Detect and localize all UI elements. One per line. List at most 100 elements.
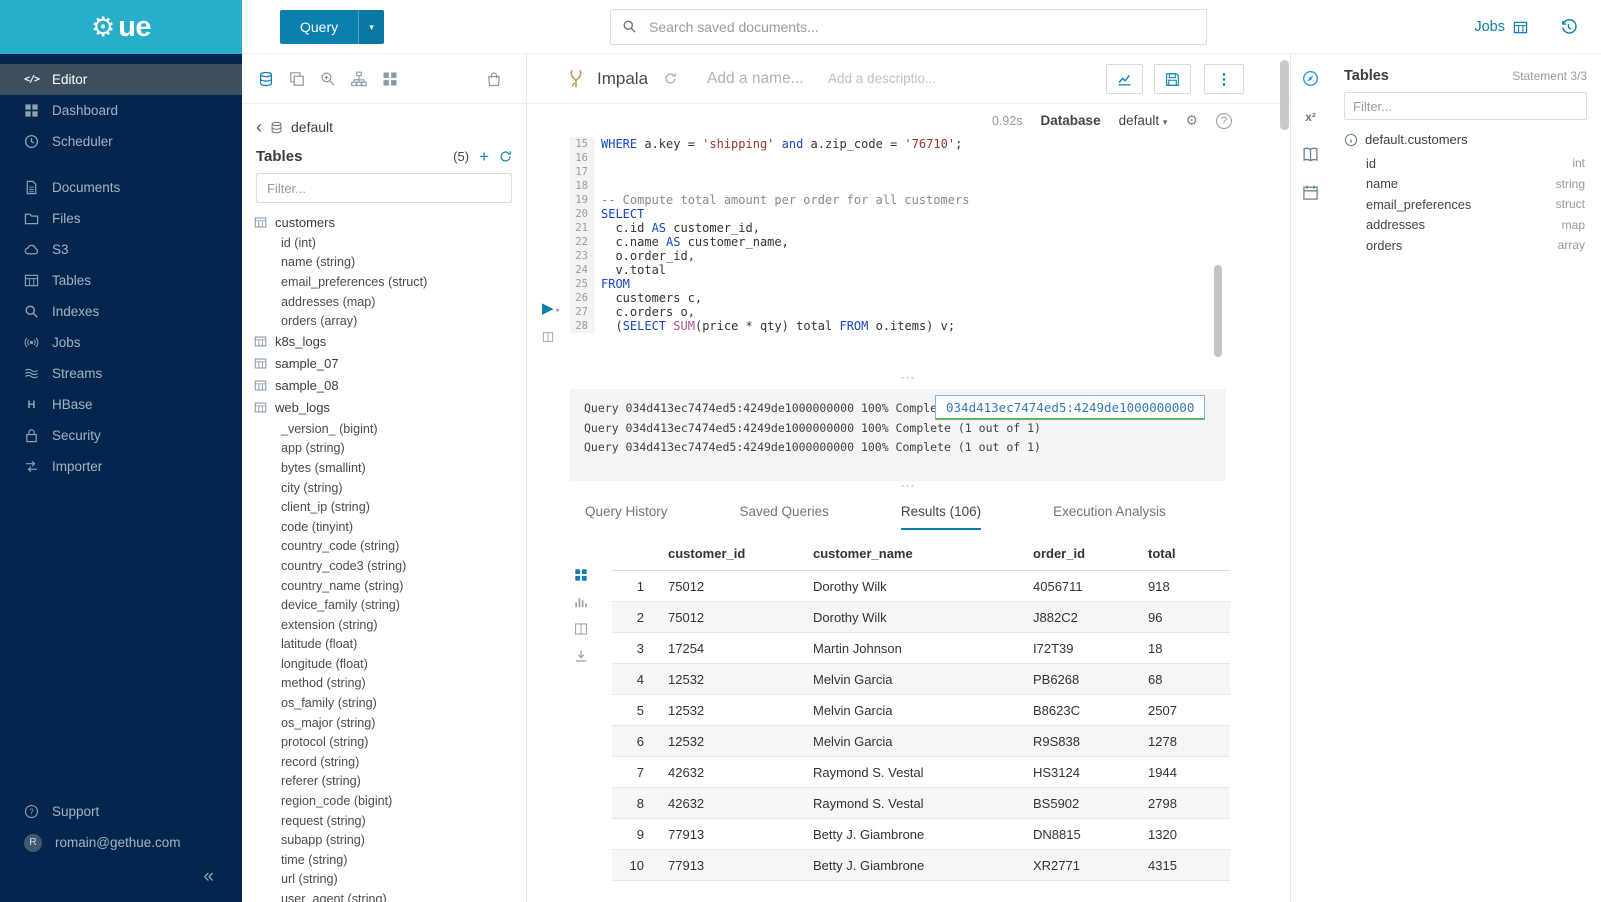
results-row[interactable]: 742632Raymond S. VestalHS31241944: [612, 757, 1230, 788]
assist-column[interactable]: latitude (float): [254, 635, 526, 655]
sidebar-item-scheduler[interactable]: Scheduler: [0, 126, 242, 157]
assist-column[interactable]: time (string): [254, 850, 526, 870]
assist-column[interactable]: extension (string): [254, 615, 526, 635]
sidebar-item-s3[interactable]: S3: [0, 234, 242, 265]
results-row[interactable]: 175012Dorothy Wilk4056711918: [612, 571, 1230, 602]
database-selector[interactable]: default ▾: [1119, 113, 1168, 128]
schema-column-row[interactable]: namestring: [1344, 174, 1587, 195]
assist-column[interactable]: protocol (string): [254, 732, 526, 752]
query-description-input[interactable]: [828, 71, 963, 86]
database-icon[interactable]: [258, 71, 274, 87]
schema-column-row[interactable]: ordersarray: [1344, 235, 1587, 256]
query-dropdown-caret[interactable]: ▾: [358, 10, 384, 44]
functions-icon[interactable]: x²: [1302, 108, 1319, 125]
help-icon[interactable]: ?: [1216, 113, 1232, 129]
results-row[interactable]: 842632Raymond S. VestalBS59022798: [612, 788, 1230, 819]
refresh-icon[interactable]: [499, 150, 512, 163]
calendar-icon[interactable]: [1302, 184, 1319, 201]
editor-settings-icon[interactable]: [542, 331, 554, 343]
assist-column[interactable]: orders (array): [254, 311, 526, 331]
assist-table-sample_07[interactable]: sample_07: [254, 353, 526, 375]
tab-results-106[interactable]: Results (106): [901, 504, 981, 530]
sidebar-item-support[interactable]: ? Support: [0, 796, 242, 827]
hue-logo[interactable]: ⚙ue: [0, 0, 242, 54]
download-icon[interactable]: [574, 649, 588, 663]
search-input[interactable]: [610, 9, 1207, 45]
assist-column[interactable]: request (string): [254, 811, 526, 831]
results-row[interactable]: 412532Melvin GarciaPB626868: [612, 664, 1230, 695]
book-icon[interactable]: [1302, 146, 1319, 163]
assist-column[interactable]: country_code3 (string): [254, 556, 526, 576]
info-icon[interactable]: [1344, 133, 1358, 147]
assist-column[interactable]: email_preferences (struct): [254, 272, 526, 292]
assist-column[interactable]: city (string): [254, 478, 526, 498]
schema-column-row[interactable]: addressesmap: [1344, 215, 1587, 236]
results-row[interactable]: 317254Martin JohnsonI72T3918: [612, 633, 1230, 664]
assist-column[interactable]: longitude (float): [254, 654, 526, 674]
sidebar-item-documents[interactable]: Documents: [0, 172, 242, 203]
sidebar-item-security[interactable]: Security: [0, 420, 242, 451]
sidebar-item-importer[interactable]: Importer: [0, 451, 242, 482]
breadcrumb-database[interactable]: default: [291, 119, 333, 135]
grid-icon[interactable]: [382, 71, 398, 87]
assist-column[interactable]: user_agent (string): [254, 889, 526, 902]
chart-settings-button[interactable]: [1106, 64, 1143, 94]
page-scrollbar[interactable]: [1280, 60, 1289, 130]
code-lines[interactable]: 15WHERE a.key = 'shipping' and a.zip_cod…: [570, 137, 1290, 333]
assist-column[interactable]: method (string): [254, 674, 526, 694]
results-row[interactable]: 612532Melvin GarciaR9S8381278: [612, 726, 1230, 757]
tab-saved-queries[interactable]: Saved Queries: [740, 504, 829, 528]
results-row[interactable]: 977913Betty J. GiambroneDN88151320: [612, 819, 1230, 850]
assist-column[interactable]: region_code (bigint): [254, 791, 526, 811]
assist-table-customers[interactable]: customers: [254, 211, 526, 233]
code-editor[interactable]: ▶▾ 15WHERE a.key = 'shipping' and a.zip_…: [527, 137, 1290, 373]
resize-handle[interactable]: ⋯: [527, 481, 1290, 497]
resize-handle[interactable]: ⋯: [527, 373, 1290, 389]
assist-column[interactable]: app (string): [254, 439, 526, 459]
sidebar-item-dashboard[interactable]: Dashboard: [0, 95, 242, 126]
assist-column[interactable]: _version_ (bigint): [254, 419, 526, 439]
sidebar-item-hbase[interactable]: HHBase: [0, 389, 242, 420]
execute-button[interactable]: ▶▾: [542, 301, 560, 316]
assist-table-web_logs[interactable]: web_logs: [254, 397, 526, 419]
zoomplus-icon[interactable]: [320, 71, 336, 87]
barchart-icon[interactable]: [574, 595, 588, 609]
query-name-input[interactable]: [707, 70, 812, 88]
columns-icon[interactable]: [574, 622, 588, 636]
right-filter-input[interactable]: [1344, 92, 1587, 120]
results-col-order_id[interactable]: order_id: [1025, 540, 1140, 571]
assist-filter-input[interactable]: [256, 173, 512, 203]
assist-column[interactable]: country_name (string): [254, 576, 526, 596]
assist-column[interactable]: os_major (string): [254, 713, 526, 733]
assist-column[interactable]: device_family (string): [254, 595, 526, 615]
assist-column[interactable]: referer (string): [254, 772, 526, 792]
schema-column-row[interactable]: email_preferencesstruct: [1344, 194, 1587, 215]
assist-table-k8s_logs[interactable]: k8s_logs: [254, 331, 526, 353]
sidebar-item-tables[interactable]: Tables: [0, 265, 242, 296]
more-actions-button[interactable]: ⋮: [1204, 64, 1244, 94]
query-button[interactable]: Query: [280, 10, 358, 44]
schema-column-row[interactable]: idint: [1344, 153, 1587, 174]
assist-column[interactable]: code (tinyint): [254, 517, 526, 537]
assist-table-sample_08[interactable]: sample_08: [254, 375, 526, 397]
assist-column[interactable]: os_family (string): [254, 693, 526, 713]
assist-column[interactable]: url (string): [254, 870, 526, 890]
sidebar-item-streams[interactable]: Streams: [0, 358, 242, 389]
results-row[interactable]: 1077913Betty J. GiambroneXR27714315: [612, 850, 1230, 881]
history-button[interactable]: [1560, 19, 1577, 36]
assist-column[interactable]: id (int): [254, 233, 526, 253]
results-row[interactable]: 275012Dorothy WilkJ882C296: [612, 602, 1230, 633]
save-button[interactable]: [1154, 64, 1191, 94]
sidebar-item-editor[interactable]: </>Editor: [0, 64, 242, 95]
assist-column[interactable]: addresses (map): [254, 292, 526, 312]
editor-scrollbar[interactable]: [1214, 265, 1222, 357]
assist-column[interactable]: record (string): [254, 752, 526, 772]
assist-column[interactable]: country_code (string): [254, 537, 526, 557]
sidebar-collapse-button[interactable]: «: [0, 858, 242, 900]
query-id-tooltip[interactable]: 034d413ec7474ed5:4249de1000000000: [935, 395, 1205, 420]
results-row[interactable]: 512532Melvin GarciaB8623C2507: [612, 695, 1230, 726]
sidebar-item-indexes[interactable]: Indexes: [0, 296, 242, 327]
assist-column[interactable]: bytes (smallint): [254, 458, 526, 478]
settings-gear-icon[interactable]: ⚙: [1185, 112, 1198, 129]
grid-icon[interactable]: [574, 568, 588, 582]
